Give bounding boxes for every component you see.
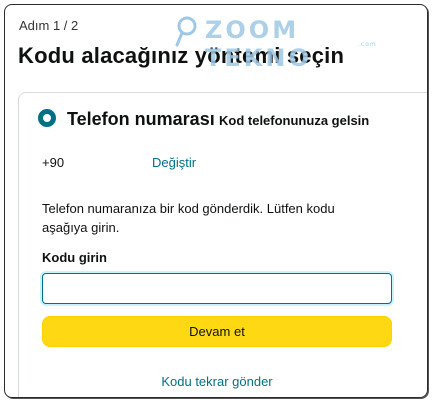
phone-option-card: Telefon numarası Kod telefonunuza gelsin… bbox=[18, 92, 427, 397]
verification-panel: Adım 1 / 2 Kodu alacağınız yöntemi seçin… bbox=[4, 4, 428, 398]
info-text: Telefon numaranıza bir kod gönderdik. Lü… bbox=[42, 201, 335, 235]
option-description: Kod telefonunuza gelsin bbox=[219, 113, 370, 128]
phone-number: +90 bbox=[42, 155, 65, 170]
watermark-sub: .com bbox=[358, 41, 377, 48]
step-indicator: Adım 1 / 2 bbox=[19, 18, 79, 33]
resend-code-link[interactable]: Kodu tekrar gönder bbox=[19, 374, 415, 389]
radio-selected-icon[interactable] bbox=[38, 109, 56, 127]
option-title[interactable]: Telefon numarası bbox=[67, 109, 215, 130]
page-title: Kodu alacağınız yöntemi seçin bbox=[18, 43, 345, 68]
continue-button[interactable]: Devam et bbox=[42, 316, 392, 347]
code-label: Kodu girin bbox=[42, 250, 107, 265]
change-phone-link[interactable]: Değiştir bbox=[152, 155, 196, 170]
code-input[interactable] bbox=[42, 273, 392, 304]
